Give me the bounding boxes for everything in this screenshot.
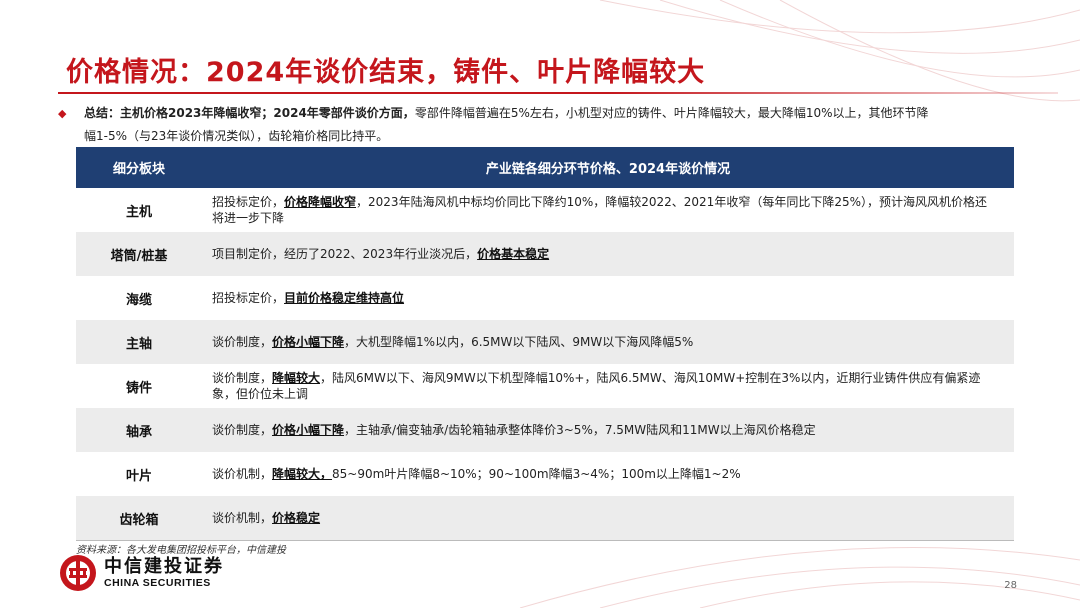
summary-text-line2: 幅1-5%（与23年谈价情况类似），齿轮箱价格同比持平。 [84, 129, 389, 143]
citic-logo-icon [60, 555, 96, 591]
diamond-bullet-icon: ◆ [58, 107, 67, 120]
table-row: 主机 招投标定价，价格降幅收窄，2023年陆海风机中标均价同比下降约10%，降幅… [76, 188, 1014, 232]
row-detail: 谈价制度，价格小幅下降，主轴承/偏变轴承/齿轮箱轴承整体降价3~5%，7.5MW… [212, 423, 816, 437]
page-title: 价格情况：2024年谈价结束，铸件、叶片降幅较大 [66, 57, 706, 88]
title-underline [58, 92, 1058, 94]
row-detail: 谈价制度，价格小幅下降，大机型降幅1%以内，6.5MW以下陆风、9MW以下海风降… [212, 335, 694, 349]
row-detail: 招投标定价，价格降幅收窄，2023年陆海风机中标均价同比下降约10%，降幅较20… [212, 195, 987, 225]
row-segment: 齿轮箱 [119, 512, 159, 528]
row-detail: 谈价机制，价格稳定 [212, 511, 321, 525]
table-row: 海缆 招投标定价，目前价格稳定维持高位 [76, 276, 1014, 320]
row-segment: 主轴 [125, 336, 152, 352]
row-segment: 海缆 [125, 292, 152, 308]
table-row: 齿轮箱 谈价机制，价格稳定 [76, 496, 1014, 540]
page-number: 28 [1004, 580, 1017, 591]
header-detail: 产业链各细分环节价格、2024年谈价情况 [485, 162, 731, 177]
row-segment: 铸件 [125, 380, 152, 396]
table-row: 叶片 谈价机制，降幅较大，85~90m叶片降幅8~10%；90~100m降幅3~… [76, 452, 1014, 496]
row-detail: 谈价机制，降幅较大，85~90m叶片降幅8~10%；90~100m降幅3~4%；… [212, 467, 741, 481]
table-row: 主轴 谈价制度，价格小幅下降，大机型降幅1%以内，6.5MW以下陆风、9MW以下… [76, 320, 1014, 364]
summary-paragraph: ◆ 总结：主机价格2023年降幅收窄；2024年零部件谈价方面，零部件降幅普遍在5… [58, 102, 1024, 147]
logo-chinese-name: 中信建投证券 [104, 556, 224, 577]
table-row: 塔筒/桩基 项目制定价，经历了2022、2023年行业淡况后，价格基本稳定 [76, 232, 1014, 276]
table-row: 铸件 谈价制度，降幅较大，陆风6MW以下、海风9MW以下机型降幅10%+，陆风6… [76, 364, 1014, 408]
logo-english-name: CHINA SECURITIES [104, 577, 211, 589]
row-segment: 叶片 [125, 468, 152, 484]
company-logo: 中信建投证券 CHINA SECURITIES [58, 553, 224, 593]
header-segment: 细分板块 [112, 162, 165, 177]
table-header: 细分板块 产业链各细分环节价格、2024年谈价情况 [76, 147, 1014, 188]
row-segment: 主机 [125, 204, 152, 220]
price-table: 细分板块 产业链各细分环节价格、2024年谈价情况 主机 招投标定价，价格降幅收… [76, 147, 1014, 541]
summary-lead: 总结：主机价格2023年降幅收窄；2024年零部件谈价方面， [84, 106, 415, 120]
row-detail: 招投标定价，目前价格稳定维持高位 [212, 291, 405, 305]
row-segment: 轴承 [125, 424, 152, 440]
row-detail: 谈价制度，降幅较大，陆风6MW以下、海风9MW以下机型降幅10%+，陆风6.5M… [212, 371, 981, 401]
table-row: 轴承 谈价制度，价格小幅下降，主轴承/偏变轴承/齿轮箱轴承整体降价3~5%，7.… [76, 408, 1014, 452]
summary-text: 零部件降幅普遍在5%左右，小机型对应的铸件、叶片降幅较大，最大降幅10%以上，其… [414, 106, 929, 120]
row-segment: 塔筒/桩基 [110, 248, 168, 264]
row-detail: 项目制定价，经历了2022、2023年行业淡况后，价格基本稳定 [212, 247, 550, 261]
